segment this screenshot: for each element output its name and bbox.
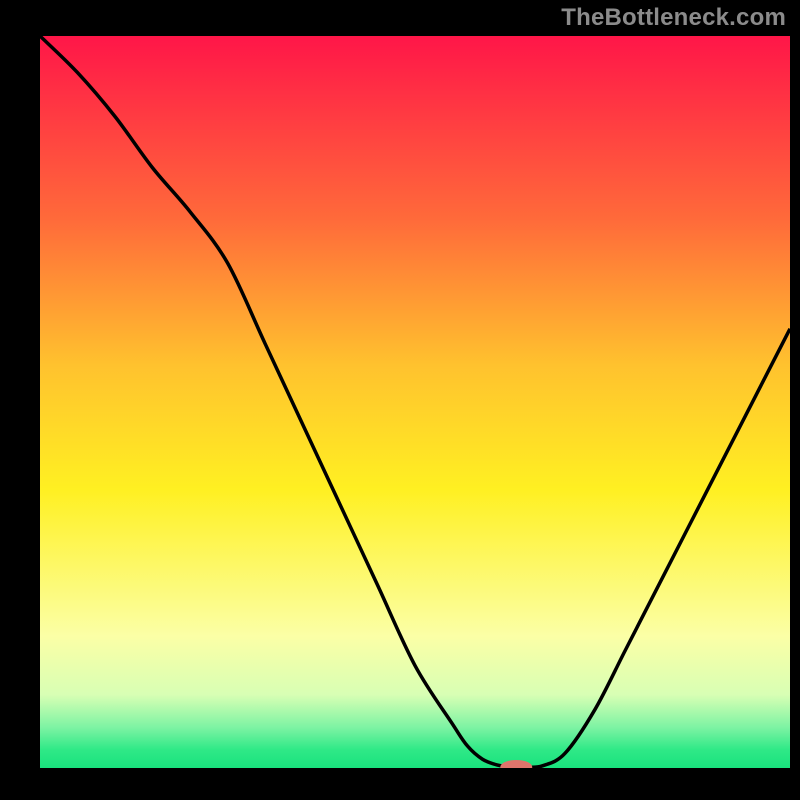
chart-canvas	[0, 0, 800, 800]
axis-left	[0, 0, 40, 800]
bottleneck-chart: TheBottleneck.com	[0, 0, 800, 800]
watermark-text: TheBottleneck.com	[561, 4, 786, 32]
plot-background	[40, 36, 790, 768]
axis-right	[790, 0, 800, 800]
axis-bottom	[0, 768, 800, 800]
